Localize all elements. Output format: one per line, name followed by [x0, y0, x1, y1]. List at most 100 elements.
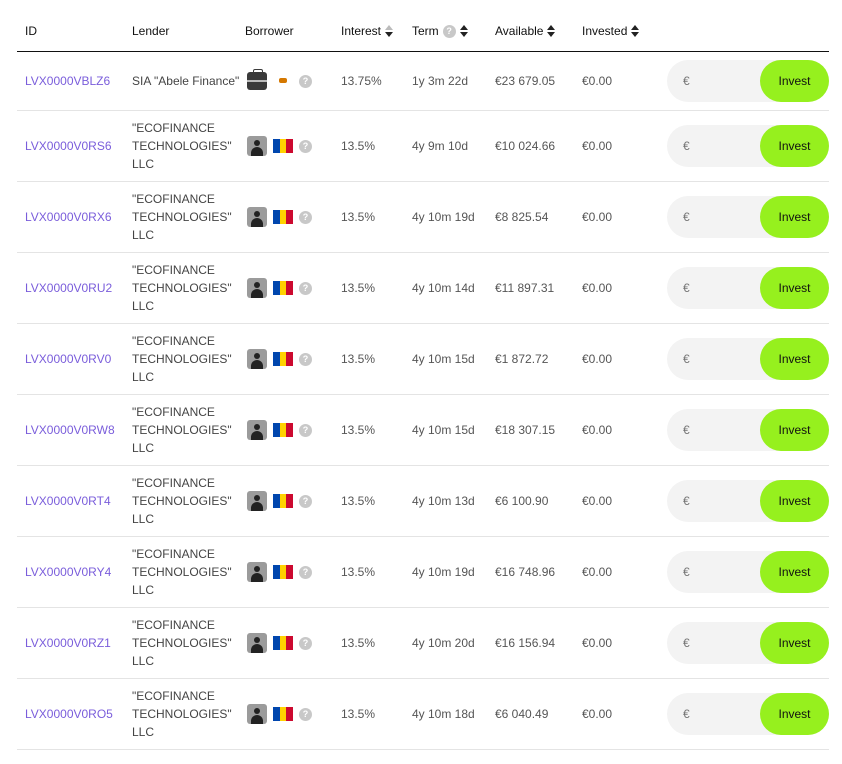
column-interest-sort[interactable]: Interest [341, 24, 394, 38]
loan-id-link[interactable]: LVX0000V0RU2 [25, 279, 112, 297]
help-icon[interactable]: ? [299, 352, 312, 366]
invest-amount-input[interactable] [667, 196, 762, 238]
person-icon [247, 704, 267, 724]
cyprus-flag-icon [273, 74, 293, 88]
help-icon[interactable]: ? [299, 139, 312, 153]
column-borrower: Borrower [245, 24, 294, 38]
loan-term: 4y 10m 15d [412, 423, 475, 437]
moldova-flag-icon [273, 139, 294, 153]
invest-button[interactable]: Invest [760, 60, 829, 102]
invest-amount-input[interactable] [667, 125, 762, 167]
moldova-flag-icon [273, 494, 294, 508]
loan-id-link[interactable]: LVX0000V0RT4 [25, 492, 111, 510]
help-icon[interactable]: ? [299, 494, 312, 508]
interest-rate: 13.5% [341, 494, 376, 508]
table-row: LVX0000V0RU2 "ECOFINANCE TECHNOLOGIES" LL… [17, 253, 829, 324]
help-icon[interactable]: ? [299, 423, 312, 437]
invest-button[interactable]: Invest [760, 338, 829, 380]
help-icon[interactable]: ? [442, 24, 456, 38]
help-icon[interactable]: ? [299, 707, 312, 721]
interest-rate: 13.5% [341, 565, 376, 579]
loan-id-link[interactable]: LVX0000V0RO5 [25, 705, 113, 723]
borrower-info: ? [247, 491, 312, 511]
invest-amount-input[interactable] [667, 60, 762, 102]
invest-control: Invest [667, 338, 829, 380]
loan-id-link[interactable]: LVX0000VBLZ6 [25, 72, 110, 90]
table-row: LVX0000V0RY4 "ECOFINANCE TECHNOLOGIES" LL… [17, 537, 829, 608]
invest-amount-input[interactable] [667, 693, 762, 735]
interest-rate: 13.5% [341, 281, 376, 295]
invest-button[interactable]: Invest [760, 196, 829, 238]
briefcase-icon [247, 69, 267, 90]
invested-amount: €0.00 [582, 636, 613, 650]
help-icon[interactable]: ? [299, 565, 312, 579]
lender-name: "ECOFINANCE TECHNOLOGIES" LLC [132, 618, 232, 668]
person-icon [247, 349, 267, 369]
table-header: ID Lender Borrower Interest Term? Availa… [17, 14, 829, 52]
column-invested-sort[interactable]: Invested [582, 24, 640, 38]
sort-icon [459, 25, 469, 37]
borrower-info: ? [247, 633, 312, 653]
lender-name: SIA "Abele Finance" [132, 74, 240, 88]
invest-button[interactable]: Invest [760, 267, 829, 309]
loan-id-link[interactable]: LVX0000V0RS6 [25, 137, 112, 155]
invest-control: Invest [667, 622, 829, 664]
available-amount: €8 825.54 [495, 210, 549, 224]
invest-control: Invest [667, 551, 829, 593]
loan-id-link[interactable]: LVX0000V0RY4 [25, 563, 111, 581]
help-icon[interactable]: ? [299, 74, 312, 88]
invest-amount-input[interactable] [667, 622, 762, 664]
lender-name: "ECOFINANCE TECHNOLOGIES" LLC [132, 547, 232, 597]
loan-id-link[interactable]: LVX0000V0RW8 [25, 421, 115, 439]
borrower-info: ? [247, 562, 312, 582]
column-term-label: Term [412, 24, 439, 38]
invest-control: Invest [667, 693, 829, 735]
interest-rate: 13.75% [341, 74, 382, 88]
loan-id-link[interactable]: LVX0000V0RX6 [25, 208, 112, 226]
table-row: LVX0000V0RW8 "ECOFINANCE TECHNOLOGIES" LL… [17, 395, 829, 466]
borrower-info: ? [247, 278, 312, 298]
borrower-info: ? [247, 69, 312, 90]
interest-rate: 13.5% [341, 352, 376, 366]
sort-icon [631, 25, 640, 37]
moldova-flag-icon [273, 352, 294, 366]
moldova-flag-icon [273, 281, 294, 295]
interest-rate: 13.5% [341, 423, 376, 437]
invest-button[interactable]: Invest [760, 622, 829, 664]
loan-term: 4y 9m 10d [412, 139, 469, 153]
help-icon[interactable]: ? [299, 281, 312, 295]
borrower-info: ? [247, 207, 312, 227]
help-icon[interactable]: ? [299, 636, 312, 650]
moldova-flag-icon [273, 423, 294, 437]
lender-name: "ECOFINANCE TECHNOLOGIES" LLC [132, 121, 232, 171]
invested-amount: €0.00 [582, 352, 613, 366]
invest-amount-input[interactable] [667, 409, 762, 451]
person-icon [247, 633, 267, 653]
loan-term: 1y 3m 22d [412, 74, 469, 88]
help-icon[interactable]: ? [299, 210, 312, 224]
invest-amount-input[interactable] [667, 480, 762, 522]
lender-name: "ECOFINANCE TECHNOLOGIES" LLC [132, 334, 232, 384]
person-icon [247, 207, 267, 227]
invest-amount-input[interactable] [667, 267, 762, 309]
invest-button[interactable]: Invest [760, 409, 829, 451]
invest-amount-input[interactable] [667, 551, 762, 593]
invest-button[interactable]: Invest [760, 125, 829, 167]
person-icon [247, 136, 267, 156]
invest-button[interactable]: Invest [760, 693, 829, 735]
loan-id-link[interactable]: LVX0000V0RZ1 [25, 634, 111, 652]
lender-name: "ECOFINANCE TECHNOLOGIES" LLC [132, 689, 232, 739]
available-amount: €23 679.05 [495, 74, 556, 88]
invest-button[interactable]: Invest [760, 551, 829, 593]
column-id-label: ID [25, 24, 37, 38]
interest-rate: 13.5% [341, 210, 376, 224]
person-icon [247, 491, 267, 511]
interest-rate: 13.5% [341, 707, 376, 721]
column-term-sort[interactable]: Term? [412, 24, 469, 38]
invest-control: Invest [667, 60, 829, 102]
invested-amount: €0.00 [582, 210, 613, 224]
column-available-sort[interactable]: Available [495, 24, 556, 38]
invest-button[interactable]: Invest [760, 480, 829, 522]
loan-id-link[interactable]: LVX0000V0RV0 [25, 350, 111, 368]
invest-amount-input[interactable] [667, 338, 762, 380]
